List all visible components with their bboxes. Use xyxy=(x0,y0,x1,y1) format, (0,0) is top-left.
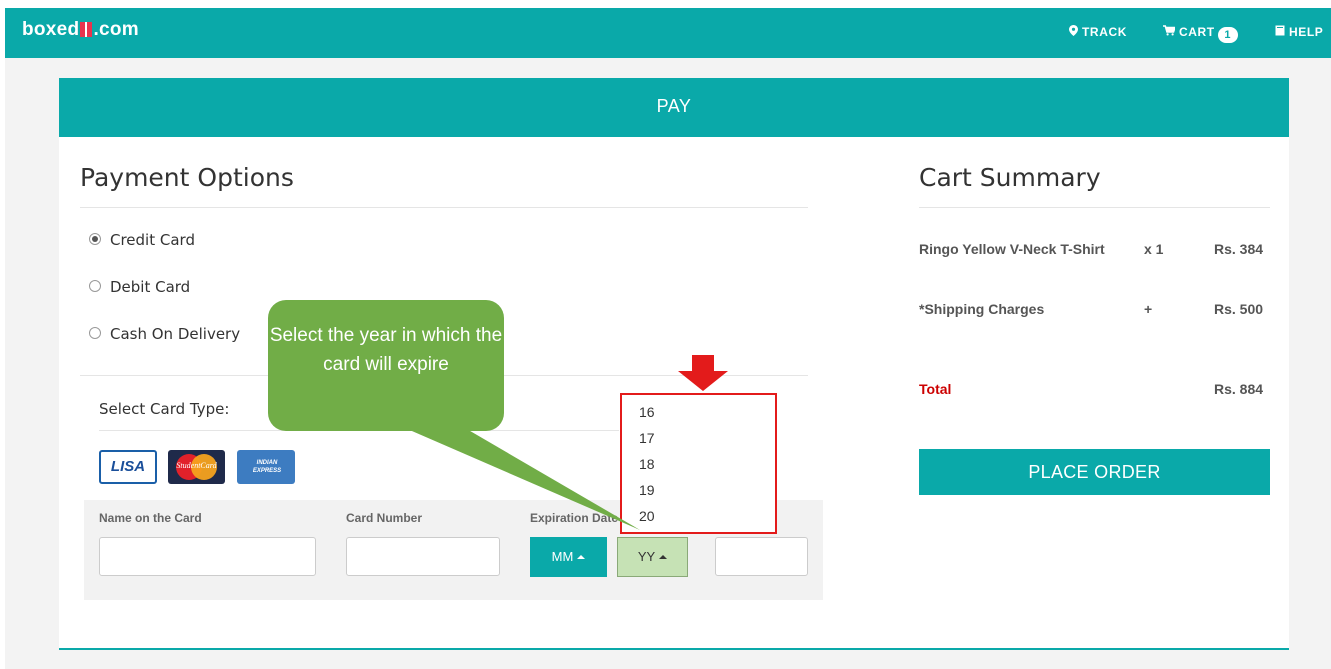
radio-debit-card[interactable]: Debit Card xyxy=(89,278,190,296)
year-option[interactable]: 19 xyxy=(639,482,655,498)
cart-summary-title: Cart Summary xyxy=(919,163,1101,192)
summary-shipping-price: Rs. 500 xyxy=(1214,301,1264,317)
site-logo[interactable]: boxed .com xyxy=(22,19,139,41)
month-dropdown-button[interactable]: MM xyxy=(530,537,607,577)
summary-shipping-label: *Shipping Charges xyxy=(919,301,1045,317)
red-down-arrow-icon xyxy=(678,355,728,395)
callout-text: Select the year in which the card will e… xyxy=(269,325,503,375)
top-navbar xyxy=(5,8,1331,58)
place-order-button[interactable]: PLACE ORDER xyxy=(919,449,1270,495)
radio-credit-card[interactable]: Credit Card xyxy=(89,231,195,249)
book-icon xyxy=(1275,25,1285,39)
gift-box-icon xyxy=(80,22,93,37)
instruction-callout: Select the year in which the card will e… xyxy=(268,300,504,431)
name-on-card-input[interactable] xyxy=(99,537,316,576)
summary-item-price: Rs. 384 xyxy=(1214,241,1264,257)
card-logo-text: LISA xyxy=(110,458,146,475)
cart-count-badge: 1 xyxy=(1217,27,1238,43)
radio-button[interactable] xyxy=(89,280,101,292)
card-logo-text: StudentCard xyxy=(176,461,217,470)
radio-label: Cash On Delivery xyxy=(110,325,241,343)
radio-button-selected[interactable] xyxy=(89,233,101,245)
month-button-label: MM xyxy=(551,549,574,564)
caret-up-icon xyxy=(659,555,668,559)
select-card-type-label: Select Card Type: xyxy=(99,400,230,418)
pay-banner: PAY xyxy=(59,78,1289,137)
logo-text-suffix: .com xyxy=(93,19,139,40)
card-logo-indian-express[interactable]: INDIAN EXPRESS xyxy=(237,450,295,484)
year-dropdown-menu: 16 17 18 19 20 xyxy=(620,393,777,534)
payment-options-title: Payment Options xyxy=(80,163,294,192)
map-pin-icon xyxy=(1069,25,1078,39)
summary-divider xyxy=(919,207,1270,208)
summary-total-value: Rs. 884 xyxy=(1214,381,1264,397)
radio-label: Debit Card xyxy=(110,278,191,296)
expiration-date-label: Expiration Date xyxy=(530,511,619,525)
year-option[interactable]: 17 xyxy=(639,430,655,446)
card-number-input[interactable] xyxy=(346,537,500,576)
summary-total-label: Total xyxy=(919,381,952,397)
card-logo-lisa[interactable]: LISA xyxy=(99,450,157,484)
nav-cart-link[interactable]: CART 1 xyxy=(1163,25,1238,43)
card-logo-studentcard[interactable]: StudentCard xyxy=(168,450,225,484)
radio-label: Credit Card xyxy=(110,231,195,249)
summary-shipping-sign: + xyxy=(1144,301,1153,317)
year-option[interactable]: 18 xyxy=(639,456,655,472)
cart-icon xyxy=(1163,25,1177,39)
radio-button[interactable] xyxy=(89,327,101,339)
name-on-card-label: Name on the Card xyxy=(99,511,202,525)
radio-cash-on-delivery[interactable]: Cash On Delivery xyxy=(89,325,240,343)
logo-text-prefix: boxed xyxy=(22,19,80,40)
nav-cart-label: CART xyxy=(1179,25,1215,39)
card-number-label: Card Number xyxy=(346,511,423,525)
nav-help-label: HELP xyxy=(1289,25,1324,39)
nav-track-link[interactable]: TRACK xyxy=(1069,25,1127,39)
caret-up-icon xyxy=(577,555,586,559)
nav-help-link[interactable]: HELP xyxy=(1275,25,1323,39)
year-option[interactable]: 16 xyxy=(639,404,655,420)
summary-item-qty: x 1 xyxy=(1144,241,1164,257)
card-logo-text: INDIAN EXPRESS xyxy=(252,460,282,474)
year-button-label: YY xyxy=(637,549,656,564)
payment-divider xyxy=(80,207,808,208)
summary-item-name: Ringo Yellow V-Neck T-Shirt xyxy=(919,241,1105,257)
nav-track-label: TRACK xyxy=(1082,25,1127,39)
year-dropdown-button[interactable]: YY xyxy=(617,537,688,577)
year-option[interactable]: 20 xyxy=(639,508,655,524)
cvv-input[interactable] xyxy=(715,537,808,576)
